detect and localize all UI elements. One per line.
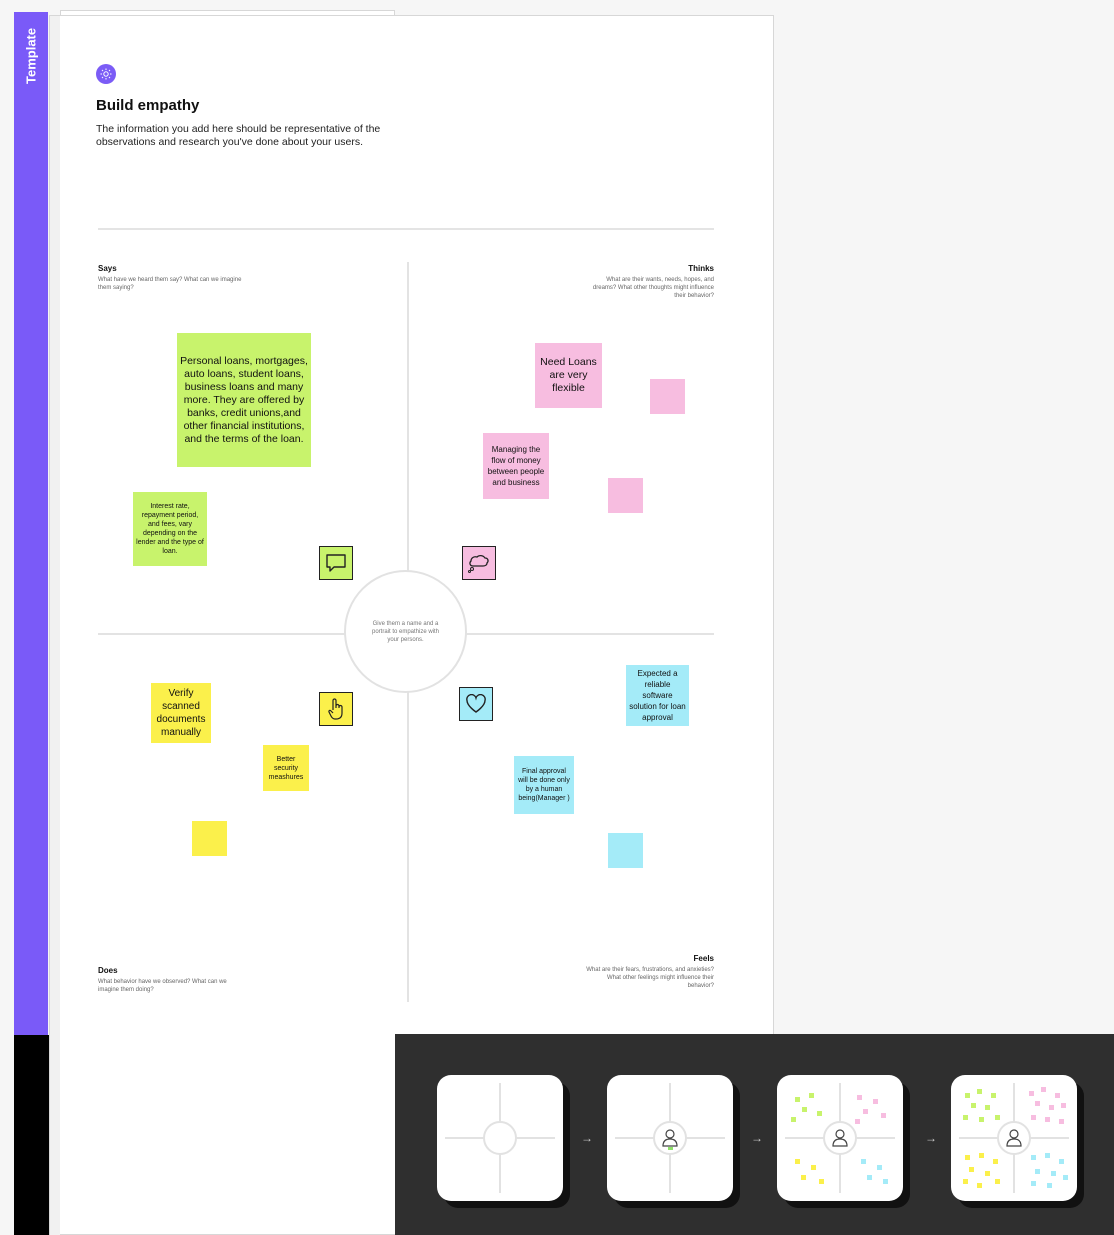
sticky-note-does-empty[interactable]	[192, 821, 227, 856]
does-header: Does What behavior have we observed? Wha…	[98, 966, 248, 994]
step-card-2[interactable]	[607, 1075, 733, 1201]
template-sidebar[interactable]	[14, 12, 48, 1036]
feels-header: Feels What are their fears, frustrations…	[584, 954, 714, 990]
header-divider	[98, 228, 714, 230]
feels-subtitle: What are their fears, frustrations, and …	[586, 967, 714, 989]
step-card-4[interactable]	[951, 1075, 1077, 1201]
sticky-note-feels-2[interactable]: Final approval will be done only by a hu…	[514, 756, 574, 814]
thinks-title: Thinks	[688, 264, 714, 273]
arrow-right-icon: →	[751, 1131, 763, 1145]
heart-icon	[459, 687, 493, 721]
sticky-note-thinks-empty-2[interactable]	[608, 478, 643, 513]
sticky-note-thinks-1[interactable]: Need Loans are very flexible	[535, 343, 602, 408]
does-title: Does	[98, 966, 118, 975]
thinks-header: Thinks What are their wants, needs, hope…	[584, 264, 714, 300]
step-card-1[interactable]	[437, 1075, 563, 1201]
sticky-note-does-2[interactable]: Better security meashures	[263, 745, 309, 791]
thought-bubble-icon	[462, 546, 496, 580]
arrow-right-icon: →	[581, 1131, 593, 1145]
sticky-note-thinks-2[interactable]: Managing the flow of money between peopl…	[483, 433, 549, 499]
feels-title: Feels	[693, 954, 714, 963]
does-subtitle: What behavior have we observed? What can…	[98, 979, 227, 993]
sun-icon	[96, 64, 116, 84]
sticky-note-says-2[interactable]: Interest rate, repayment period, and fee…	[133, 492, 207, 566]
page-description: The information you add here should be r…	[96, 123, 381, 148]
page-title: Build empathy	[96, 97, 200, 114]
sticky-note-thinks-empty-1[interactable]	[650, 379, 685, 414]
thinks-subtitle: What are their wants, needs, hopes, and …	[592, 277, 714, 299]
says-header: Says What have we heard them say? What c…	[98, 264, 248, 292]
step-card-3[interactable]	[777, 1075, 903, 1201]
persona-circle[interactable]: Give them a name and a portrait to empat…	[344, 570, 467, 693]
template-label: Template	[23, 27, 39, 85]
pointing-hand-icon	[319, 692, 353, 726]
says-title: Says	[98, 264, 117, 273]
board-gutter	[50, 16, 60, 1235]
sticky-note-feels-1[interactable]: Expected a reliable software solution fo…	[626, 665, 689, 726]
arrow-right-icon: →	[925, 1131, 937, 1145]
sticky-note-feels-empty[interactable]	[608, 833, 643, 868]
says-subtitle: What have we heard them say? What can we…	[98, 277, 242, 291]
sticky-note-says-1[interactable]: Personal loans, mortgages, auto loans, s…	[177, 333, 311, 467]
sidebar-footer	[14, 1035, 50, 1235]
speech-bubble-icon	[319, 546, 353, 580]
persona-prompt: Give them a name and a portrait to empat…	[371, 620, 440, 643]
sticky-note-does-1[interactable]: Verify scanned documents manually	[151, 683, 211, 743]
